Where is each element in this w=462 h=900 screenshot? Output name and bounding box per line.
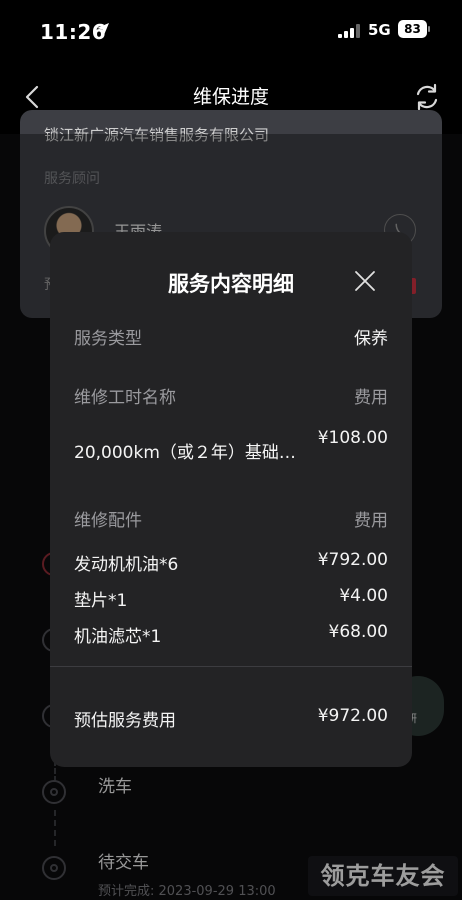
total-label: 预估服务费用 — [74, 711, 176, 731]
status-bar: 11:26 5G 83 — [0, 0, 462, 62]
part-name: 机油滤芯*1 — [74, 627, 162, 647]
part-price: ¥792.00 — [317, 550, 388, 570]
labor-item-name: 20,000km（或２年）基础保养 — [74, 443, 302, 463]
signal-icon — [338, 24, 360, 38]
labor-header: 维修工时名称 — [74, 388, 176, 408]
divider — [50, 666, 412, 667]
total-value: ¥972.00 — [317, 706, 388, 726]
part-price: ¥4.00 — [339, 586, 388, 606]
part-price: ¥68.00 — [328, 622, 388, 642]
service-type-value: 保养 — [354, 329, 388, 349]
parts-fee-header: 费用 — [354, 511, 388, 531]
network-type: 5G — [368, 21, 391, 39]
close-icon[interactable] — [354, 270, 376, 292]
service-type-label: 服务类型 — [74, 329, 142, 349]
page-title: 维保进度 — [192, 86, 269, 108]
labor-item-price: ¥108.00 — [317, 428, 388, 448]
labor-fee-header: 费用 — [354, 388, 388, 408]
refresh-icon[interactable] — [412, 82, 442, 112]
battery-icon: 83 — [398, 20, 430, 38]
part-name: 发动机机油*6 — [74, 555, 179, 575]
service-detail-modal: 服务内容明细 服务类型 保养 维修工时名称 费用 20,000km（或２年）基础… — [50, 232, 412, 767]
location-arrow-icon — [97, 23, 109, 35]
parts-header: 维修配件 — [74, 511, 142, 531]
part-name: 垫片*1 — [74, 591, 128, 611]
battery-level: 83 — [398, 20, 427, 38]
